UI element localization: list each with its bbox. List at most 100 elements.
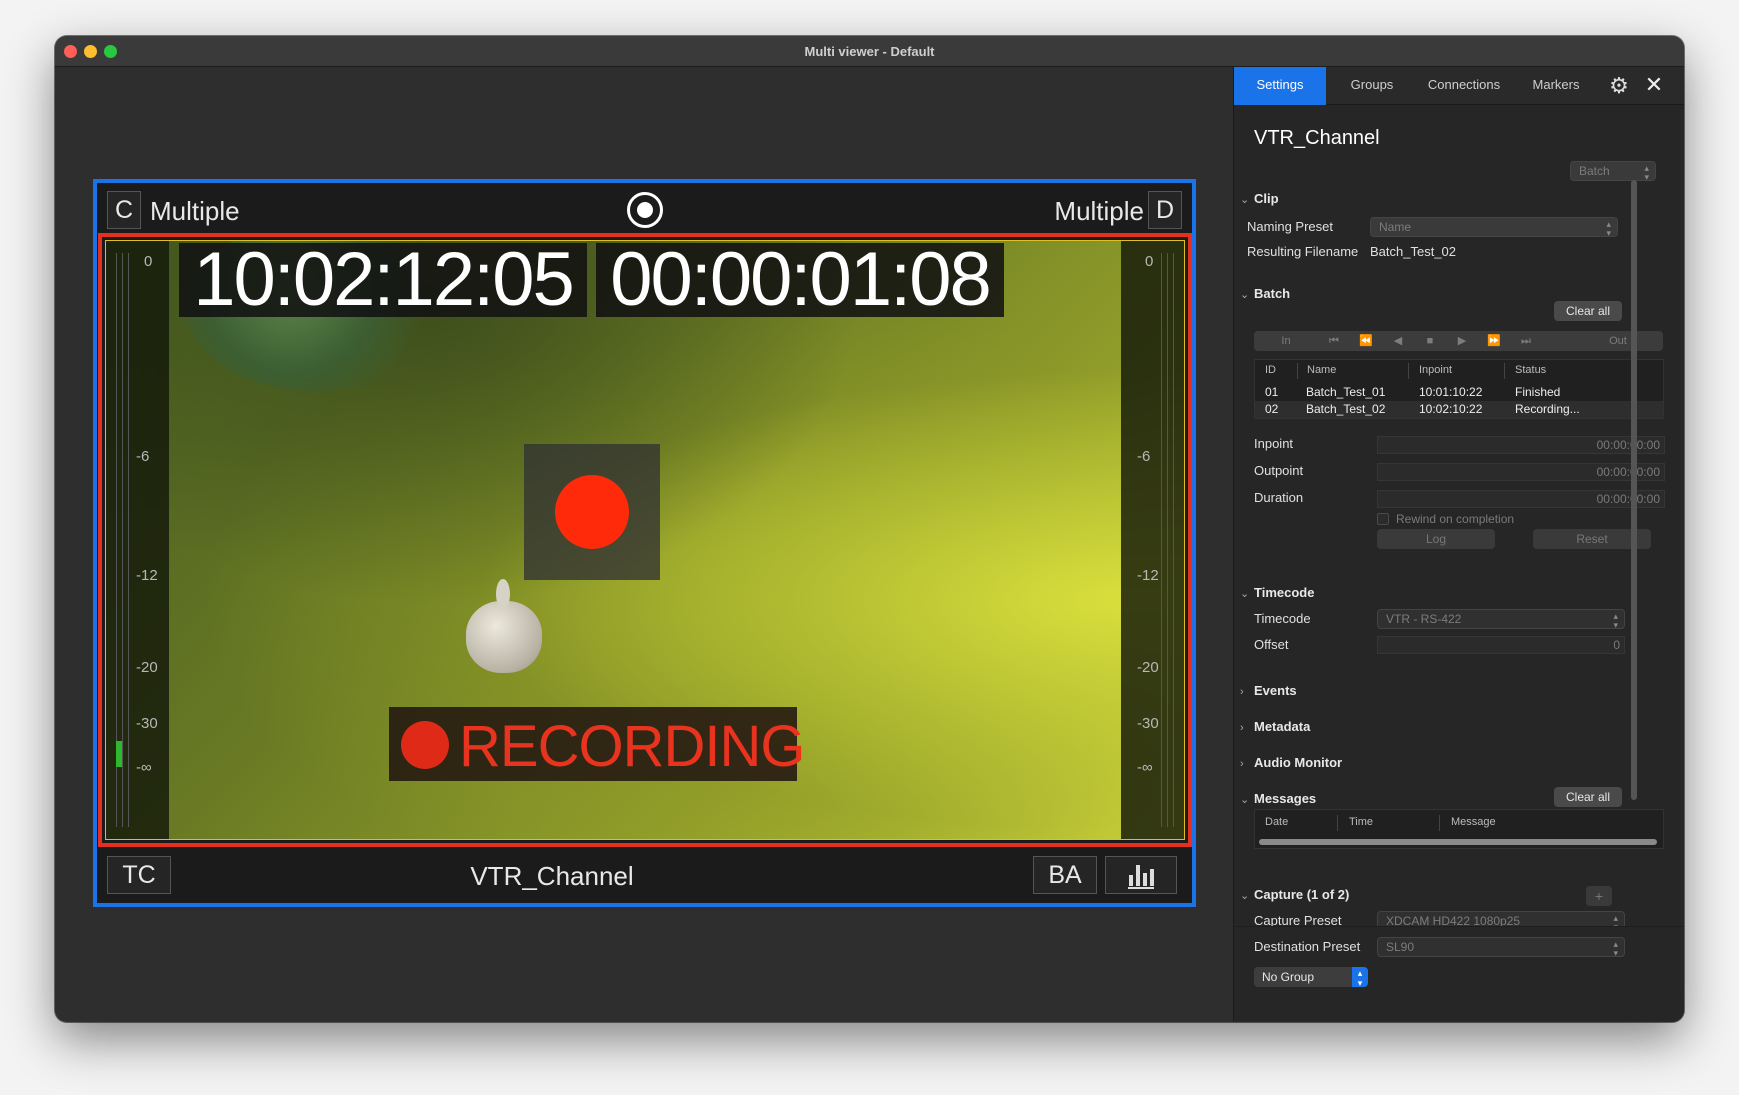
duration-field[interactable]: 00:00:00:00 <box>1377 490 1665 508</box>
section-clip-label: Clip <box>1254 191 1279 206</box>
audio-meter-button[interactable] <box>1105 856 1177 894</box>
offset-label: Offset <box>1254 637 1289 652</box>
row-status: Finished <box>1515 385 1561 399</box>
inpoint-field[interactable]: 00:00:00:00 <box>1377 436 1665 454</box>
naming-preset-select[interactable]: Name ▴ ▾ <box>1370 217 1618 238</box>
tab-bar: Settings Groups Connections Markers ⚙ ✕ <box>1234 67 1684 105</box>
row-status: Recording... <box>1515 402 1580 416</box>
outpoint-field[interactable]: 00:00:00:00 <box>1377 463 1665 481</box>
messages-clear-all-button[interactable]: Clear all <box>1554 787 1622 807</box>
batch-transport-bar: In ⏮ ⏪ ◀ ■ ▶ ⏩ ⏭ Out <box>1254 331 1663 351</box>
destination-preset-label: Destination Preset <box>1254 939 1361 954</box>
gear-icon[interactable]: ⚙ <box>1608 75 1630 97</box>
section-metadata[interactable]: › Metadata <box>1240 719 1310 734</box>
meter-tick: -∞ <box>1137 759 1153 776</box>
section-metadata-label: Metadata <box>1254 719 1311 734</box>
meter-tick: -20 <box>1137 659 1159 676</box>
tab-connections[interactable]: Connections <box>1418 67 1510 105</box>
meter-tick: 0 <box>144 253 153 270</box>
resulting-filename-label: Resulting Filename <box>1247 244 1359 259</box>
audio-meter-left: 0 -6 -12 -20 -30 -∞ <box>106 241 169 839</box>
chevron-right-icon: › <box>1240 722 1244 734</box>
channel-name: VTR_Channel <box>470 861 634 891</box>
audio-meter-right: 0 -6 -12 -20 -30 -∞ <box>1121 241 1184 839</box>
tab-settings[interactable]: Settings <box>1234 67 1326 105</box>
add-capture-button[interactable]: + <box>1586 886 1612 906</box>
section-messages[interactable]: ⌄ Messages <box>1240 791 1316 806</box>
source-letter-right: D <box>1148 191 1182 229</box>
timecode-source-select[interactable]: VTR - RS-422 ▴ ▾ <box>1377 609 1625 630</box>
panel-title: VTR_Channel <box>1254 127 1380 149</box>
duration-display: 00:00:01:08 <box>596 242 1004 318</box>
outpoint-label: Outpoint <box>1254 463 1304 478</box>
source-label-left: Multiple <box>150 196 240 226</box>
updown-icon: ▴▾ <box>1644 163 1649 182</box>
meter-tick: -30 <box>1137 715 1159 732</box>
rewind-checkbox[interactable] <box>1377 513 1389 525</box>
meter-tick: -6 <box>136 448 150 465</box>
app-window: Multi viewer - Default C Multiple Multip… <box>55 36 1684 1022</box>
rewind-label: Rewind on completion <box>1396 512 1515 526</box>
chevron-right-icon: › <box>1240 686 1244 698</box>
meter-tick: -∞ <box>136 759 152 776</box>
section-audio-monitor-label: Audio Monitor <box>1254 755 1343 770</box>
col-message: Message <box>1451 816 1496 828</box>
section-messages-label: Messages <box>1254 791 1317 806</box>
mode-select[interactable]: Batch ▴ ▾ <box>1570 161 1656 182</box>
viewer-tile[interactable]: C Multiple Multiple D 0 -6 -12 -20 -30 -… <box>93 179 1196 907</box>
section-batch[interactable]: ⌄ Batch <box>1240 286 1290 301</box>
record-button[interactable] <box>524 444 660 580</box>
close-icon[interactable]: ✕ <box>1643 74 1665 96</box>
section-clip[interactable]: ⌄ Clip <box>1240 191 1279 206</box>
updown-icon: ▴▾ <box>1613 939 1618 958</box>
section-audio-monitor[interactable]: › Audio Monitor <box>1240 755 1342 770</box>
batch-clear-all-button[interactable]: Clear all <box>1554 301 1622 321</box>
chevron-down-icon: ⌄ <box>1240 890 1250 902</box>
timecode-display: 10:02:12:05 <box>179 242 587 318</box>
rewind-icon[interactable]: ⏪ <box>1350 331 1382 351</box>
row-inpoint: 10:01:10:22 <box>1419 385 1483 399</box>
row-name: Batch_Test_01 <box>1306 385 1386 399</box>
skip-forward-icon[interactable]: ⏭ <box>1510 331 1542 351</box>
messages-table: Date Time Message <box>1254 809 1664 849</box>
transport-out-button[interactable]: Out <box>1574 331 1662 351</box>
stop-icon[interactable]: ■ <box>1414 331 1446 351</box>
recording-label: RECORDING <box>459 714 805 779</box>
col-time: Time <box>1349 816 1374 828</box>
col-name: Name <box>1307 364 1337 376</box>
meter-tick: -12 <box>136 567 158 584</box>
destination-preset-select[interactable]: SL90 ▴ ▾ <box>1377 937 1625 958</box>
col-date: Date <box>1265 816 1289 828</box>
panel-footer: Destination Preset SL90 ▴ ▾ No Group ▴ ▾ <box>1234 926 1684 1022</box>
fast-forward-icon[interactable]: ⏩ <box>1478 331 1510 351</box>
naming-preset-value: Name <box>1379 220 1412 234</box>
skip-back-icon[interactable]: ⏮ <box>1318 331 1350 351</box>
meter-tick: 0 <box>1145 253 1154 270</box>
col-id: ID <box>1265 364 1276 376</box>
section-capture[interactable]: ⌄ Capture (1 of 2) <box>1240 887 1349 902</box>
tab-markers[interactable]: Markers <box>1510 67 1602 105</box>
record-mode-icon[interactable] <box>627 192 663 228</box>
offset-field[interactable]: 0 <box>1377 636 1625 654</box>
panel-scrollbar[interactable] <box>1631 180 1637 800</box>
timecode-label: Timecode <box>1254 611 1311 626</box>
chevron-down-icon: ⌄ <box>1240 588 1250 600</box>
play-icon[interactable]: ▶ <box>1446 331 1478 351</box>
log-button[interactable]: Log <box>1377 529 1495 549</box>
tab-groups[interactable]: Groups <box>1326 67 1418 105</box>
section-timecode[interactable]: ⌄ Timecode <box>1240 585 1314 600</box>
group-select[interactable]: No Group ▴ ▾ <box>1254 967 1368 988</box>
row-name: Batch_Test_02 <box>1306 402 1386 416</box>
bar-chart-icon <box>1128 865 1154 889</box>
video-preview: 0 -6 -12 -20 -30 -∞ 0 -6 -12 -20 -30 -∞ … <box>105 240 1185 840</box>
transport-in-button[interactable]: In <box>1254 331 1318 351</box>
ba-toggle-button[interactable]: BA <box>1033 856 1097 894</box>
viewer-top-bar: C Multiple Multiple D <box>97 183 1192 233</box>
section-events[interactable]: › Events <box>1240 683 1297 698</box>
table-row[interactable]: 01 Batch_Test_01 10:01:10:22 Finished <box>1255 384 1663 401</box>
recording-dot-icon <box>401 721 449 769</box>
meter-level-bar <box>116 741 122 767</box>
table-row[interactable]: 02 Batch_Test_02 10:02:10:22 Recording..… <box>1255 401 1663 418</box>
step-back-icon[interactable]: ◀ <box>1382 331 1414 351</box>
messages-scrollbar[interactable] <box>1259 839 1657 845</box>
